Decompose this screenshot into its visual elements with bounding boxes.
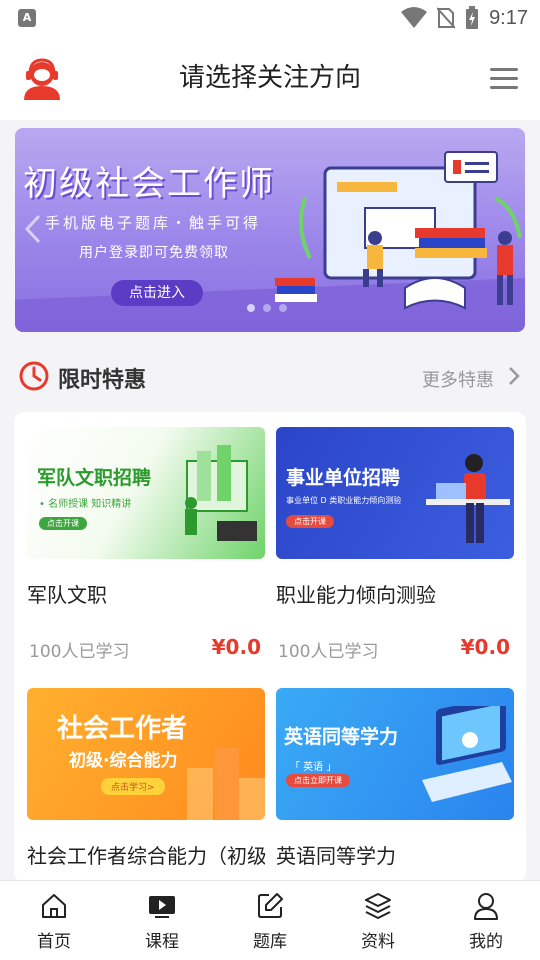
banner-pagination <box>247 304 287 312</box>
course-thumbnail: 英语同等学力 「 英语 」 点击立即开课 <box>276 688 514 820</box>
banner-illustration <box>275 151 522 310</box>
tab-question-bank[interactable]: 题库 <box>216 881 324 960</box>
video-icon <box>149 896 175 918</box>
tab-materials[interactable]: 资料 <box>324 881 432 960</box>
promo-banner[interactable]: 初级社会工作师 手机版电子题库・触手可得 用户登录即可免费领取 点击进入 <box>15 128 525 332</box>
more-deals-link[interactable]: 更多特惠 <box>422 366 494 392</box>
course-card[interactable]: 军队文职招聘 • 名师授课 知识精讲 点击开课 军队文职 100人已学习 ¥0.… <box>27 427 265 662</box>
layers-icon <box>365 893 391 919</box>
banner-subtitle: 手机版电子题库・触手可得 <box>45 214 262 232</box>
learner-count: 100人已学习 <box>29 642 130 662</box>
status-time: 9:17 <box>489 6 528 29</box>
banner-prev-arrow-icon[interactable] <box>21 214 45 244</box>
customer-service-avatar-icon[interactable] <box>20 56 64 100</box>
section-header: 限时特惠 更多特惠 <box>0 342 540 412</box>
pagination-dot[interactable] <box>247 304 255 312</box>
tab-home[interactable]: 首页 <box>0 881 108 960</box>
chevron-right-icon[interactable] <box>508 366 520 386</box>
page-title: 请选择关注方向 <box>178 63 361 93</box>
menu-icon[interactable] <box>490 68 518 90</box>
edit-icon <box>258 893 283 918</box>
tab-label: 首页 <box>37 932 71 952</box>
battery-charging-icon <box>466 6 479 29</box>
banner-enter-button[interactable]: 点击进入 <box>111 280 203 306</box>
user-icon <box>474 893 498 920</box>
tab-label: 我的 <box>469 932 503 952</box>
pagination-dot[interactable] <box>279 304 287 312</box>
course-card[interactable]: 社会工作者 初级·综合能力 点击学习> 社会工作者综合能力（初级） <box>27 688 265 866</box>
tab-courses[interactable]: 课程 <box>108 881 216 960</box>
course-name: 军队文职 <box>27 583 107 605</box>
course-thumbnail: 事业单位招聘 事业单位 D 类职业能力倾向测验 点击开课 <box>276 427 514 559</box>
course-price: ¥0.0 <box>460 635 510 659</box>
course-list: 军队文职招聘 • 名师授课 知识精讲 点击开课 军队文职 100人已学习 ¥0.… <box>14 412 526 882</box>
course-name: 职业能力倾向测验 <box>276 583 436 605</box>
status-bar: A 9:17 <box>0 0 540 36</box>
banner-title: 初级社会工作师 <box>23 164 275 204</box>
tab-profile[interactable]: 我的 <box>432 881 540 960</box>
tab-label: 题库 <box>253 932 287 952</box>
no-sim-icon <box>437 7 456 29</box>
tab-label: 课程 <box>145 932 179 952</box>
banner-note: 用户登录即可免费领取 <box>79 245 229 261</box>
pagination-dot[interactable] <box>263 304 271 312</box>
course-price: ¥0.0 <box>211 635 261 659</box>
learner-count: 100人已学习 <box>278 642 379 662</box>
app-notification-icon: A <box>18 9 36 27</box>
clock-icon <box>19 361 49 391</box>
course-name: 英语同等学力 <box>276 844 396 866</box>
home-icon <box>42 894 66 918</box>
course-name: 社会工作者综合能力（初级） <box>27 844 265 866</box>
course-card[interactable]: 事业单位招聘 事业单位 D 类职业能力倾向测验 点击开课 职业能力倾向测验 10… <box>276 427 514 662</box>
course-thumbnail: 军队文职招聘 • 名师授课 知识精讲 点击开课 <box>27 427 265 559</box>
section-title: 限时特惠 <box>58 368 147 393</box>
wifi-icon <box>401 7 428 28</box>
course-thumbnail: 社会工作者 初级·综合能力 点击学习> <box>27 688 265 820</box>
tab-label: 资料 <box>361 932 395 952</box>
app-header: 请选择关注方向 <box>0 36 540 120</box>
bottom-tab-bar: 首页 课程 题库 资料 我的 <box>0 880 540 960</box>
course-card[interactable]: 英语同等学力 「 英语 」 点击立即开课 英语同等学力 <box>276 688 514 866</box>
